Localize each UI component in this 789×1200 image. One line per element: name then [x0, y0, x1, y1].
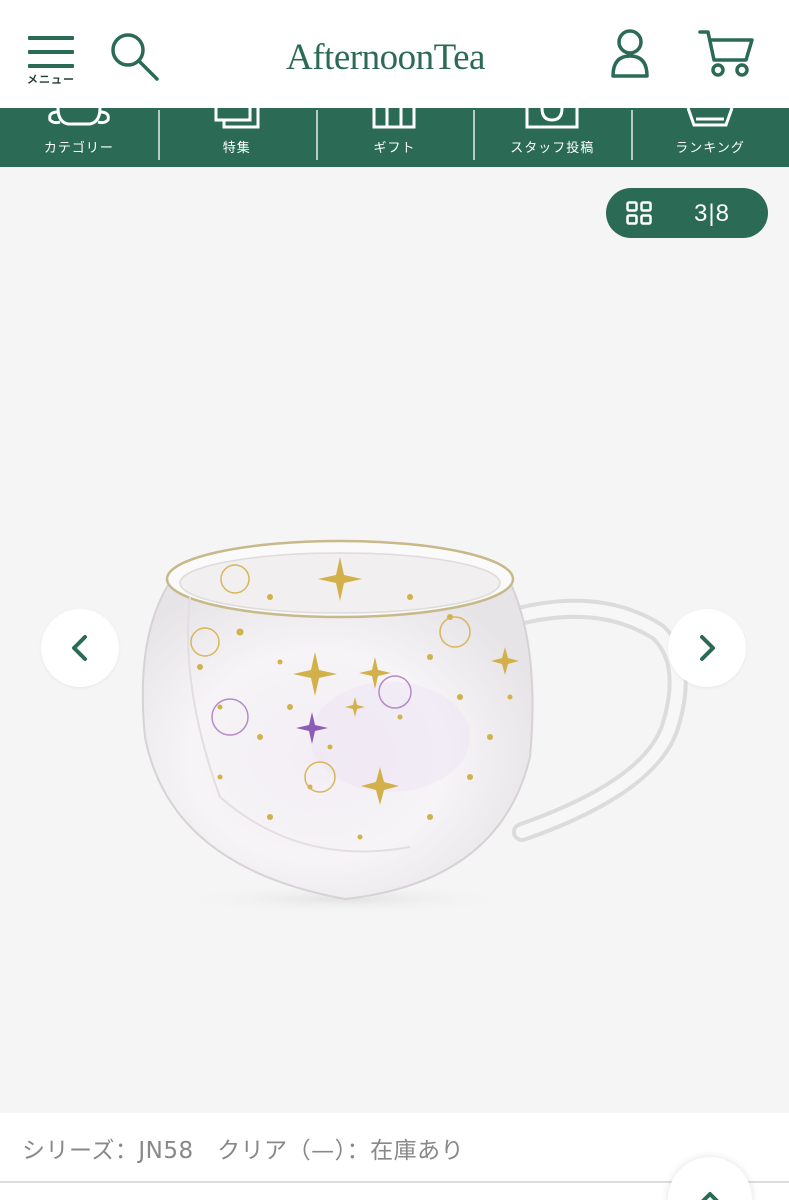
nav-item-label: スタッフ投稿	[510, 141, 595, 156]
product-variant-row: シリーズ：JN58 クリア（—）：在庫あり	[0, 1113, 789, 1183]
nav-item-label: カテゴリー	[43, 141, 114, 156]
gallery-counter: 3|8	[694, 200, 730, 227]
category-icon	[48, 108, 110, 126]
nav-item-ranking[interactable]: ランキング	[631, 108, 789, 167]
gallery-counter-button[interactable]: 3|8	[606, 188, 768, 238]
ranking-icon	[686, 108, 734, 127]
nav-item-feature[interactable]: 特集	[157, 108, 316, 167]
staff-post-icon	[525, 108, 579, 129]
nav-item-category[interactable]: カテゴリー	[0, 108, 158, 167]
nav-item-label: ギフト	[373, 141, 416, 156]
menu-icon-bar	[28, 50, 74, 54]
menu-icon-bar	[28, 64, 74, 68]
site-header: メニュー AfternoonTea	[0, 0, 789, 108]
menu-label: メニュー	[27, 73, 75, 86]
product-variant-text: シリーズ：JN58 クリア（—）：在庫あり	[22, 1138, 465, 1164]
menu-button[interactable]: メニュー	[26, 34, 80, 88]
account-icon	[611, 29, 649, 78]
chevron-left-icon	[72, 635, 87, 661]
previous-image-button[interactable]	[41, 609, 119, 687]
product-page: メニュー AfternoonTea カテゴリー 特集 ギフト スタッフ投稿 ラン…	[0, 0, 789, 1200]
nav-item-gift[interactable]: ギフト	[315, 108, 474, 167]
product-image	[141, 539, 688, 915]
chevron-right-icon	[700, 635, 715, 661]
next-image-button[interactable]	[668, 609, 746, 687]
feature-icon	[214, 108, 260, 129]
gift-icon	[372, 108, 416, 129]
account-button[interactable]	[606, 28, 654, 80]
nav-item-label: 特集	[222, 141, 251, 156]
product-image-gallery[interactable]: 3|8	[0, 167, 789, 1113]
menu-icon	[28, 36, 74, 40]
site-logo[interactable]: AfternoonTea	[286, 36, 506, 80]
cart-button[interactable]	[698, 28, 756, 80]
search-button[interactable]	[106, 30, 162, 82]
grid-view-icon	[626, 201, 652, 225]
cart-icon	[698, 30, 754, 77]
search-icon	[111, 33, 159, 81]
category-nav: カテゴリー 特集 ギフト スタッフ投稿 ランキング	[0, 108, 789, 167]
chevron-up-icon	[701, 1192, 719, 1200]
nav-item-label: ランキング	[675, 141, 745, 156]
nav-item-staff-post[interactable]: スタッフ投稿	[473, 108, 631, 167]
